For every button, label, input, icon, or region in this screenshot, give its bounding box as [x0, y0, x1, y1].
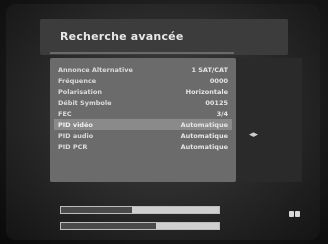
- row-value: 3/4: [216, 109, 228, 118]
- signal-quality-bar: [60, 222, 220, 230]
- row-pcr-pid[interactable]: PID PCR Automatique: [54, 141, 232, 152]
- row-frequency[interactable]: Fréquence 0000: [54, 75, 232, 86]
- row-label: Débit Symbole: [58, 98, 112, 107]
- row-label: Annonce Alternative: [58, 65, 133, 74]
- row-symbol-rate[interactable]: Débit Symbole 00125: [54, 97, 232, 108]
- row-value: Automatique: [180, 142, 228, 151]
- side-area: [236, 58, 302, 182]
- tv-screen: Recherche avancée Annonce Alternative 1 …: [0, 0, 328, 244]
- row-polarization[interactable]: Polarisation Horizontale: [54, 86, 232, 97]
- signal-level-fill: [61, 207, 133, 213]
- row-label: PID PCR: [58, 142, 88, 151]
- signal-bars: [60, 206, 220, 238]
- left-right-arrow-icon[interactable]: ◂▸: [249, 131, 258, 140]
- row-label: Polarisation: [58, 87, 102, 96]
- row-audio-pid[interactable]: PID audio Automatique: [54, 130, 232, 141]
- menu-title: Recherche avancée: [60, 30, 184, 43]
- row-value: Horizontale: [185, 87, 228, 96]
- row-value: 1 SAT/CAT: [191, 65, 228, 74]
- settings-list: Annonce Alternative 1 SAT/CAT Fréquence …: [54, 64, 232, 152]
- signal-quality-fill: [61, 223, 156, 229]
- row-value: 0000: [209, 76, 228, 85]
- signal-level-bar: [60, 206, 220, 214]
- row-alt-announcement[interactable]: Annonce Alternative 1 SAT/CAT: [54, 64, 232, 75]
- row-label: PID vidéo: [58, 120, 93, 129]
- row-label: PID audio: [58, 131, 94, 140]
- row-label: Fréquence: [58, 76, 97, 85]
- title-divider: [50, 52, 234, 54]
- row-video-pid[interactable]: PID vidéo Automatique: [54, 119, 232, 130]
- ok-button-icon[interactable]: [289, 211, 300, 217]
- row-value: Automatique: [180, 120, 228, 129]
- row-value: 00125: [205, 98, 228, 107]
- row-label: FEC: [58, 109, 72, 118]
- row-fec[interactable]: FEC 3/4: [54, 108, 232, 119]
- row-value: Automatique: [180, 131, 228, 140]
